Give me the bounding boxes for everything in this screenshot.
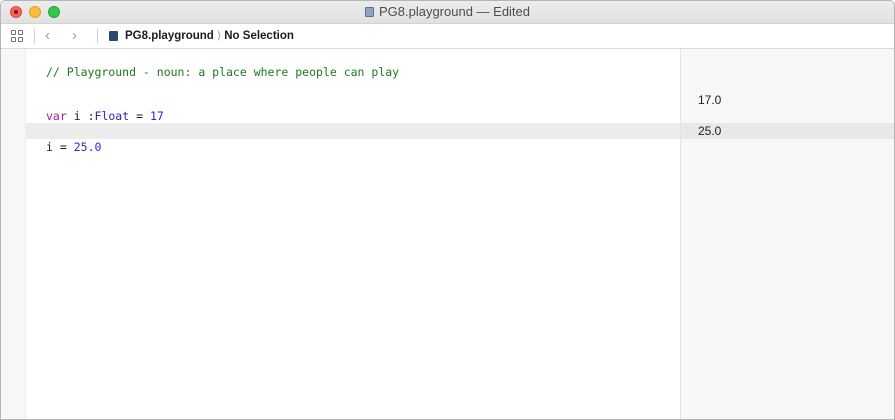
jumpbar-divider bbox=[34, 29, 35, 43]
keyword-var: var bbox=[46, 109, 67, 123]
results-sidebar: 17.0 25.0 bbox=[680, 49, 894, 419]
related-items-grid-icon[interactable] bbox=[11, 30, 23, 42]
identifier-i: i bbox=[46, 140, 53, 154]
equals: = bbox=[136, 109, 144, 123]
equals: = bbox=[59, 140, 67, 154]
result-value: 17.0 bbox=[698, 93, 722, 107]
code-editor[interactable]: // Playground - noun: a place where peop… bbox=[26, 48, 680, 419]
back-chevron-icon[interactable]: ‹ bbox=[45, 24, 50, 48]
breadcrumb: PG8.playground ⟩ No Selection bbox=[125, 24, 294, 48]
forward-chevron-icon[interactable]: › bbox=[72, 24, 77, 48]
colon: : bbox=[87, 109, 95, 123]
document-icon bbox=[364, 7, 374, 17]
playground-window: PG8.playground — Edited ‹ › PG8.playgrou… bbox=[0, 0, 895, 420]
title-bar: PG8.playground — Edited bbox=[1, 1, 894, 24]
jumpbar-divider bbox=[97, 29, 98, 43]
number-literal: 17 bbox=[149, 109, 164, 123]
result-value: 25.0 bbox=[698, 124, 722, 138]
breadcrumb-selection[interactable]: No Selection bbox=[224, 30, 294, 42]
breadcrumb-file[interactable]: PG8.playground bbox=[125, 30, 214, 42]
playground-file-icon bbox=[109, 31, 118, 41]
identifier-i: i bbox=[73, 109, 81, 123]
window-title: PG8.playground — Edited bbox=[378, 4, 531, 19]
result-line-3[interactable]: 25.0 bbox=[681, 123, 894, 139]
code-line-declaration[interactable]: var i :Float = 17 bbox=[26, 92, 680, 123]
code-line-comment[interactable]: // Playground - noun: a place where peop… bbox=[26, 48, 680, 79]
comment-text: // Playground - noun: a place where peop… bbox=[46, 65, 400, 79]
result-line-2[interactable]: 17.0 bbox=[681, 92, 894, 108]
window-title-container: PG8.playground — Edited bbox=[1, 1, 894, 23]
code-line-assignment[interactable]: i = 25.0 bbox=[26, 123, 680, 154]
type-float: Float bbox=[94, 109, 130, 123]
number-literal: 25.0 bbox=[73, 140, 102, 154]
editor-gutter bbox=[1, 49, 26, 419]
jump-bar: ‹ › PG8.playground ⟩ No Selection bbox=[1, 24, 894, 49]
